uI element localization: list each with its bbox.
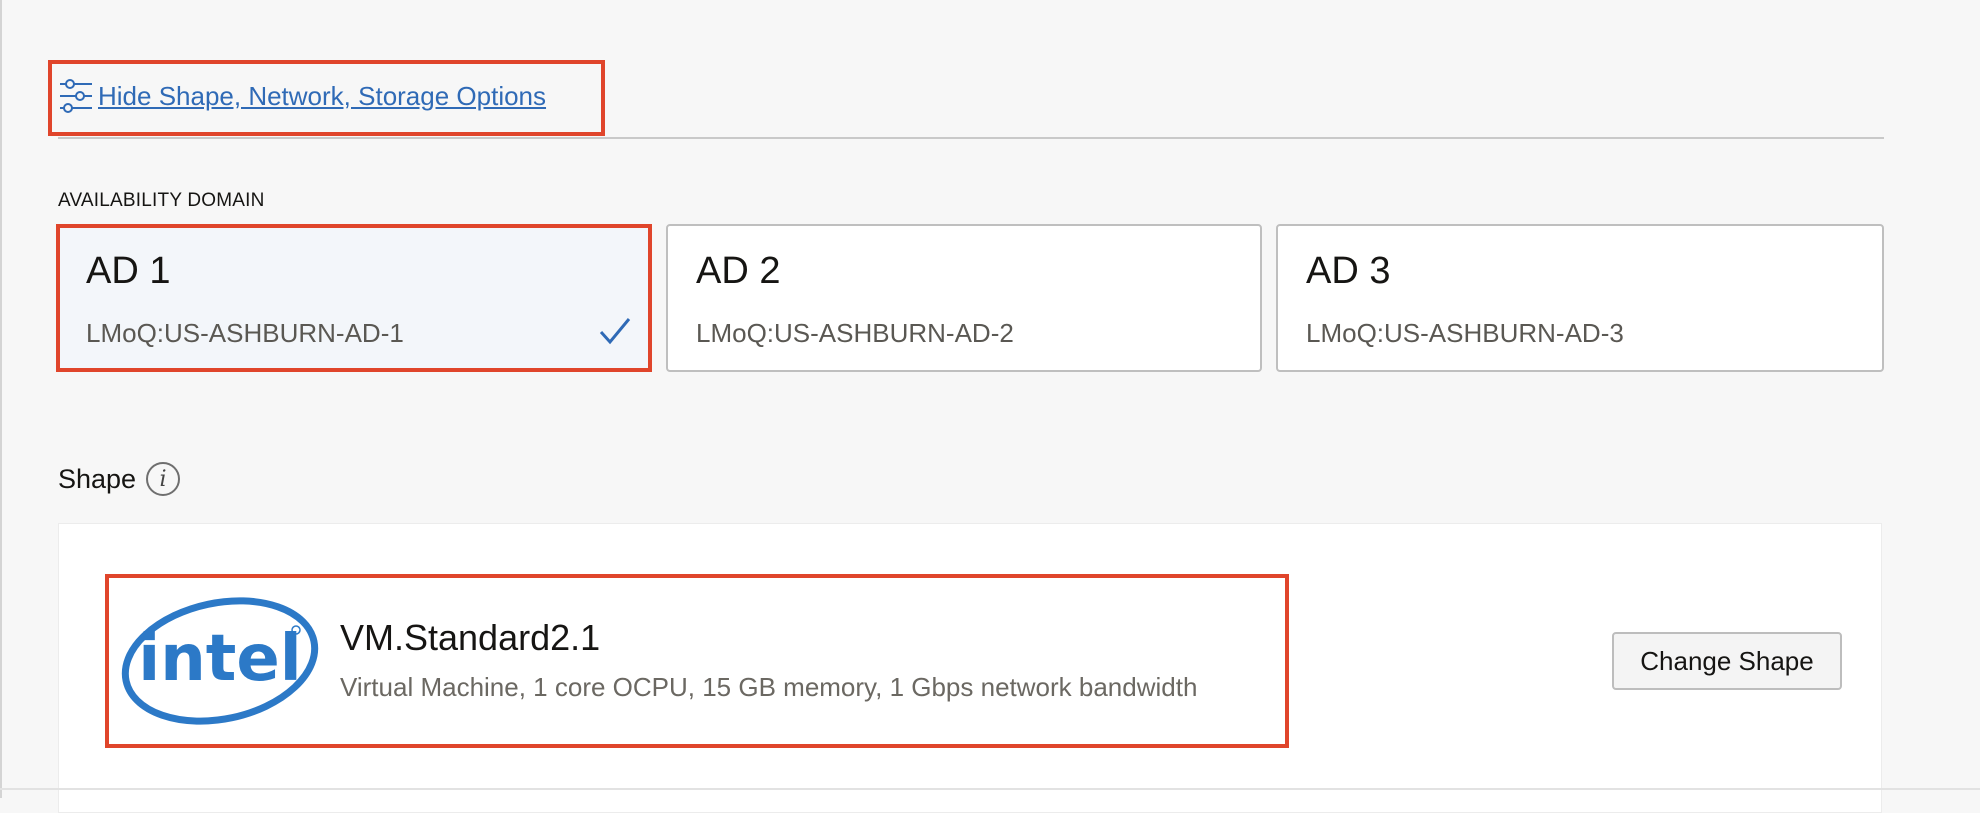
- left-border: [0, 0, 2, 798]
- ad-card-title: AD 1: [86, 250, 171, 292]
- hide-options-label[interactable]: Hide Shape, Network, Storage Options: [98, 81, 546, 112]
- bottom-border: [0, 788, 1980, 790]
- shape-label: Shape i: [58, 462, 181, 496]
- ad-card-subtitle: LMoQ:US-ASHBURN-AD-1: [86, 318, 404, 348]
- info-icon[interactable]: i: [146, 462, 181, 496]
- ad-card-subtitle: LMoQ:US-ASHBURN-AD-2: [696, 318, 1014, 348]
- shape-description: Virtual Machine, 1 core OCPU, 15 GB memo…: [340, 672, 1198, 702]
- checkmark-icon: [599, 318, 631, 345]
- ad-card-title: AD 3: [1306, 250, 1391, 292]
- ad-card-title: AD 2: [696, 250, 781, 292]
- ad-card-3[interactable]: AD 3 LMoQ:US-ASHBURN-AD-3: [1276, 224, 1884, 372]
- availability-domain-label: AVAILABILITY DOMAIN: [58, 190, 265, 211]
- shape-name: VM.Standard2.1: [340, 617, 601, 658]
- ad-card-1[interactable]: AD 1 LMoQ:US-ASHBURN-AD-1: [56, 224, 652, 372]
- sliders-icon: [60, 79, 92, 113]
- ad-card-2[interactable]: AD 2 LMoQ:US-ASHBURN-AD-2: [666, 224, 1262, 372]
- hide-options-link[interactable]: Hide Shape, Network, Storage Options: [58, 78, 546, 114]
- shape-panel: [58, 523, 1882, 813]
- section-divider: [58, 137, 1884, 139]
- intel-logo-icon: intel: [121, 597, 319, 725]
- change-shape-button[interactable]: Change Shape: [1612, 632, 1842, 690]
- intel-logo-text: intel: [138, 622, 301, 696]
- ad-card-subtitle: LMoQ:US-ASHBURN-AD-3: [1306, 318, 1624, 348]
- shape-label-text: Shape: [58, 463, 137, 494]
